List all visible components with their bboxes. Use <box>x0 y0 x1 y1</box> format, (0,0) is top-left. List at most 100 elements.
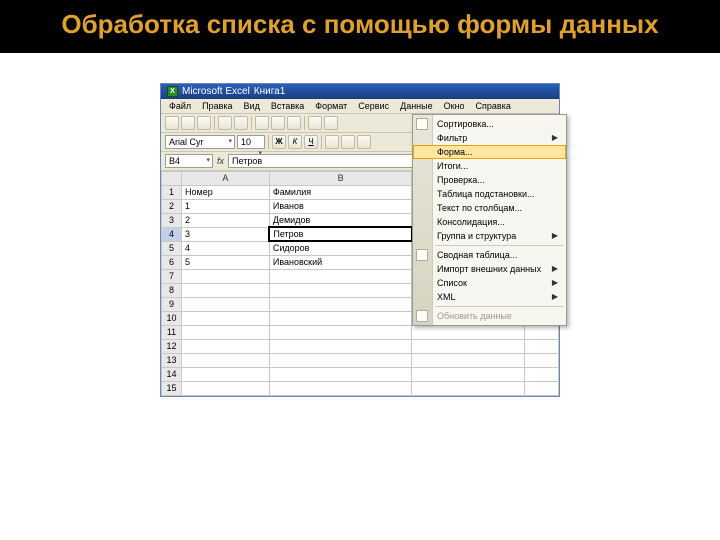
cell[interactable] <box>269 381 412 395</box>
menu-data[interactable]: Данные <box>396 100 437 112</box>
cell[interactable] <box>182 353 270 367</box>
cell[interactable] <box>182 381 270 395</box>
cell[interactable] <box>412 353 524 367</box>
row-header[interactable]: 1 <box>162 185 182 199</box>
bold-button[interactable]: Ж <box>272 135 286 149</box>
menu-item-subtotals[interactable]: Итоги... <box>413 159 566 173</box>
cell[interactable] <box>269 325 412 339</box>
cell[interactable] <box>269 311 412 325</box>
name-box[interactable]: B4 <box>165 154 213 168</box>
row-header[interactable]: 12 <box>162 339 182 353</box>
menu-item-sort[interactable]: Сортировка... <box>413 117 566 131</box>
cell[interactable]: 4 <box>182 241 270 255</box>
menu-item-import[interactable]: Импорт внешних данных ▶ <box>413 262 566 276</box>
row-header[interactable]: 2 <box>162 199 182 213</box>
menu-item-group[interactable]: Группа и структура ▶ <box>413 229 566 243</box>
cell[interactable] <box>269 353 412 367</box>
corner-header[interactable] <box>162 171 182 185</box>
menu-item-xml[interactable]: XML ▶ <box>413 290 566 304</box>
cell[interactable] <box>269 269 412 283</box>
italic-button[interactable]: К <box>288 135 302 149</box>
cell[interactable]: Номер <box>182 185 270 199</box>
underline-button[interactable]: Ч <box>304 135 318 149</box>
redo-button[interactable] <box>324 116 338 130</box>
menu-item-form[interactable]: Форма... <box>413 145 566 159</box>
new-button[interactable] <box>165 116 179 130</box>
cell[interactable] <box>182 269 270 283</box>
row-header[interactable]: 6 <box>162 255 182 269</box>
cell[interactable]: 3 <box>182 227 270 241</box>
copy-button[interactable] <box>271 116 285 130</box>
open-button[interactable] <box>181 116 195 130</box>
row-header[interactable]: 9 <box>162 297 182 311</box>
cut-button[interactable] <box>255 116 269 130</box>
font-name-select[interactable]: Arial Cyr <box>165 135 235 149</box>
row-header[interactable]: 15 <box>162 381 182 395</box>
menu-view[interactable]: Вид <box>240 100 264 112</box>
row-header[interactable]: 5 <box>162 241 182 255</box>
cell[interactable] <box>269 297 412 311</box>
cell[interactable]: Ивановский <box>269 255 412 269</box>
print-button[interactable] <box>218 116 232 130</box>
menu-item-validation[interactable]: Проверка... <box>413 173 566 187</box>
cell[interactable] <box>524 325 558 339</box>
cell[interactable] <box>524 367 558 381</box>
cell[interactable]: 1 <box>182 199 270 213</box>
menu-item-filter[interactable]: Фильтр ▶ <box>413 131 566 145</box>
cell[interactable] <box>524 339 558 353</box>
row-header[interactable]: 4 <box>162 227 182 241</box>
cell[interactable] <box>182 311 270 325</box>
align-center-button[interactable] <box>341 135 355 149</box>
row-header[interactable]: 8 <box>162 283 182 297</box>
row-header[interactable]: 11 <box>162 325 182 339</box>
undo-button[interactable] <box>308 116 322 130</box>
cell[interactable] <box>412 367 524 381</box>
row-header[interactable]: 3 <box>162 213 182 227</box>
menu-item-table[interactable]: Таблица подстановки... <box>413 187 566 201</box>
cell[interactable] <box>182 339 270 353</box>
cell[interactable]: Фамилия <box>269 185 412 199</box>
cell[interactable] <box>182 325 270 339</box>
font-size-select[interactable]: 10 <box>237 135 265 149</box>
menu-item-pivot[interactable]: Сводная таблица... <box>413 248 566 262</box>
cell[interactable] <box>412 381 524 395</box>
menu-help[interactable]: Справка <box>472 100 515 112</box>
cell[interactable] <box>524 353 558 367</box>
col-header-b[interactable]: B <box>269 171 412 185</box>
cell[interactable] <box>182 283 270 297</box>
cell[interactable] <box>524 381 558 395</box>
row-header[interactable]: 7 <box>162 269 182 283</box>
cell[interactable]: 5 <box>182 255 270 269</box>
align-right-button[interactable] <box>357 135 371 149</box>
menu-file[interactable]: Файл <box>165 100 195 112</box>
cell[interactable] <box>269 339 412 353</box>
fx-icon[interactable]: fx <box>217 156 224 166</box>
menu-edit[interactable]: Правка <box>198 100 236 112</box>
paste-button[interactable] <box>287 116 301 130</box>
cell[interactable] <box>182 367 270 381</box>
align-left-button[interactable] <box>325 135 339 149</box>
cell[interactable]: 2 <box>182 213 270 227</box>
menu-insert[interactable]: Вставка <box>267 100 308 112</box>
preview-button[interactable] <box>234 116 248 130</box>
row-header[interactable]: 10 <box>162 311 182 325</box>
cell[interactable] <box>269 367 412 381</box>
col-header-a[interactable]: A <box>182 171 270 185</box>
menu-tools[interactable]: Сервис <box>354 100 393 112</box>
menu-item-list[interactable]: Список ▶ <box>413 276 566 290</box>
menu-format[interactable]: Формат <box>311 100 351 112</box>
save-button[interactable] <box>197 116 211 130</box>
menu-window[interactable]: Окно <box>440 100 469 112</box>
cell[interactable]: Иванов <box>269 199 412 213</box>
menu-item-consolidate[interactable]: Консолидация... <box>413 215 566 229</box>
cell[interactable] <box>412 325 524 339</box>
cell[interactable] <box>269 283 412 297</box>
cell[interactable] <box>412 339 524 353</box>
cell[interactable]: Демидов <box>269 213 412 227</box>
cell[interactable]: Сидоров <box>269 241 412 255</box>
row-header[interactable]: 13 <box>162 353 182 367</box>
cell[interactable] <box>182 297 270 311</box>
menu-item-texttocol[interactable]: Текст по столбцам... <box>413 201 566 215</box>
row-header[interactable]: 14 <box>162 367 182 381</box>
cell[interactable]: Петров <box>269 227 412 241</box>
